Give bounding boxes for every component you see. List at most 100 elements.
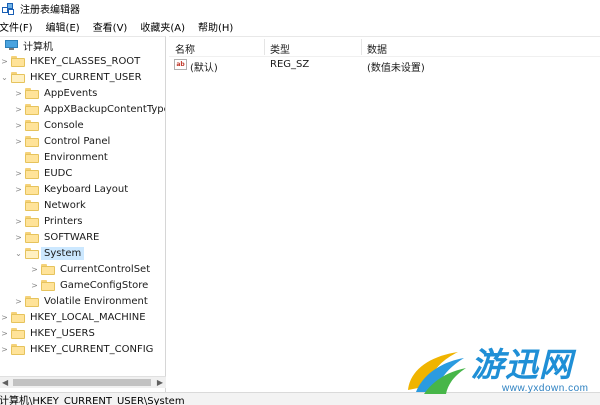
- menu-help[interactable]: 帮助(H): [198, 19, 233, 34]
- tree-horizontal-scrollbar[interactable]: ◀ ▶: [0, 376, 166, 388]
- tree-item-label: Keyboard Layout: [44, 183, 129, 195]
- string-value-icon: ab: [174, 59, 187, 70]
- list-header: 名称 类型 数据: [169, 37, 600, 57]
- folder-icon: [25, 119, 39, 131]
- scroll-left-icon[interactable]: ◀: [2, 378, 8, 387]
- watermark-url: www.yxdown.com: [502, 383, 589, 394]
- chevron-right-icon[interactable]: >: [14, 117, 23, 133]
- tree-item-network[interactable]: Network: [14, 197, 88, 213]
- folder-icon: [11, 327, 25, 339]
- column-header-type[interactable]: 类型: [270, 41, 290, 56]
- menu-favorites[interactable]: 收藏夹(A): [140, 19, 185, 34]
- chevron-right-icon[interactable]: >: [0, 309, 9, 325]
- column-divider[interactable]: [264, 39, 265, 55]
- tree-item-hkcc[interactable]: > HKEY_CURRENT_CONFIG: [0, 341, 155, 357]
- folder-icon: [11, 343, 25, 355]
- tree-item-hku[interactable]: > HKEY_USERS: [0, 325, 97, 341]
- scrollbar-thumb[interactable]: [13, 379, 151, 386]
- chevron-right-icon[interactable]: >: [30, 277, 39, 293]
- tree-item-appxbackup[interactable]: > AppXBackupContentType: [14, 101, 165, 117]
- regedit-icon: [2, 2, 15, 15]
- tree-item-currentcontrolset[interactable]: > CurrentControlSet: [30, 261, 152, 277]
- tree-item-control-panel[interactable]: > Control Panel: [14, 133, 112, 149]
- column-divider[interactable]: [361, 39, 362, 55]
- value-type: REG_SZ: [270, 59, 310, 70]
- tree-item-hkcu[interactable]: ⌄ HKEY_CURRENT_USER: [0, 69, 144, 85]
- tree-item-label: Environment: [44, 151, 108, 163]
- chevron-right-icon[interactable]: >: [14, 181, 23, 197]
- chevron-down-icon[interactable]: ⌄: [0, 69, 9, 85]
- window-title: 注册表编辑器: [20, 5, 80, 16]
- tree-item-label: GameConfigStore: [60, 279, 149, 291]
- folder-icon: [11, 55, 25, 67]
- tree-item-printers[interactable]: > Printers: [14, 213, 84, 229]
- tree-item-label: SOFTWARE: [44, 231, 100, 243]
- folder-icon: [25, 199, 39, 211]
- folder-icon: [25, 215, 39, 227]
- tree-item-environment[interactable]: Environment: [14, 149, 110, 165]
- folder-icon: [25, 135, 39, 147]
- folder-icon: [11, 311, 25, 323]
- chevron-right-icon[interactable]: >: [14, 229, 23, 245]
- value-name: (默认): [190, 63, 218, 74]
- chevron-right-icon[interactable]: >: [14, 165, 23, 181]
- tree-item-label: Console: [44, 119, 84, 131]
- table-row[interactable]: ab (默认) REG_SZ (数值未设置): [169, 57, 600, 74]
- chevron-right-icon[interactable]: >: [14, 133, 23, 149]
- tree-item-system[interactable]: ⌄ System: [14, 245, 85, 261]
- tree-item-label: EUDC: [44, 167, 73, 179]
- tree-item-computer[interactable]: 计算机: [0, 37, 55, 53]
- tree-item-label: HKEY_CLASSES_ROOT: [30, 55, 141, 67]
- chevron-down-icon[interactable]: ⌄: [14, 245, 23, 261]
- tree-item-eudc[interactable]: > EUDC: [14, 165, 74, 181]
- scroll-right-icon[interactable]: ▶: [157, 378, 163, 387]
- chevron-right-icon[interactable]: >: [14, 293, 23, 309]
- watermark-brand: 游迅网: [471, 345, 573, 384]
- folder-icon: [25, 295, 39, 307]
- chevron-right-icon[interactable]: >: [30, 261, 39, 277]
- tree-item-console[interactable]: > Console: [14, 117, 86, 133]
- folder-icon: [25, 151, 39, 163]
- registry-tree[interactable]: 计算机 > HKEY_CLASSES_ROOT ⌄ HKEY_CURRENT_U…: [0, 36, 166, 392]
- tree-item-label: HKEY_CURRENT_CONFIG: [30, 343, 154, 355]
- column-header-data[interactable]: 数据: [367, 41, 387, 56]
- tree-item-label: AppEvents: [44, 87, 98, 99]
- column-header-name[interactable]: 名称: [175, 41, 195, 56]
- tree-item-hklm[interactable]: > HKEY_LOCAL_MACHINE: [0, 309, 148, 325]
- tree-item-software[interactable]: > SOFTWARE: [14, 229, 101, 245]
- folder-icon: [25, 87, 39, 99]
- status-path: 计算机\HKEY_CURRENT_USER\System: [0, 395, 185, 405]
- chevron-right-icon[interactable]: >: [14, 101, 23, 117]
- tree-item-label: System: [40, 246, 85, 260]
- tree-item-label: CurrentControlSet: [60, 263, 151, 275]
- menu-edit[interactable]: 编辑(E): [46, 19, 80, 34]
- chevron-right-icon[interactable]: >: [14, 85, 23, 101]
- tree-item-volatile-environment[interactable]: > Volatile Environment: [14, 293, 150, 309]
- menu-view[interactable]: 查看(V): [93, 19, 128, 34]
- tree-item-label: 计算机: [23, 41, 53, 53]
- tree-item-label: Network: [44, 199, 86, 211]
- chevron-right-icon[interactable]: >: [14, 213, 23, 229]
- value-data: (数值未设置): [367, 63, 425, 74]
- computer-icon: [5, 40, 18, 50]
- tree-item-label: HKEY_LOCAL_MACHINE: [30, 311, 146, 323]
- menu-file[interactable]: 文件(F): [0, 19, 33, 34]
- tree-item-label: Control Panel: [44, 135, 111, 147]
- folder-icon: [25, 183, 39, 195]
- tree-item-gameconfigstore[interactable]: > GameConfigStore: [30, 277, 150, 293]
- tree-item-keyboard-layout[interactable]: > Keyboard Layout: [14, 181, 130, 197]
- tree-item-hkcr[interactable]: > HKEY_CLASSES_ROOT: [0, 53, 142, 69]
- chevron-right-icon[interactable]: >: [0, 341, 9, 357]
- folder-open-icon: [25, 247, 39, 259]
- folder-icon: [41, 263, 55, 275]
- chevron-down-icon[interactable]: [0, 37, 4, 53]
- value-list[interactable]: 名称 类型 数据 ab (默认) REG_SZ (数值未设置): [169, 36, 600, 392]
- title-bar: 注册表编辑器: [0, 0, 600, 17]
- tree-item-appevents[interactable]: > AppEvents: [14, 85, 99, 101]
- tree-item-label: HKEY_USERS: [30, 327, 95, 339]
- chevron-right-icon[interactable]: >: [0, 325, 9, 341]
- chevron-right-icon[interactable]: >: [0, 53, 9, 69]
- tree-item-label: Printers: [44, 215, 83, 227]
